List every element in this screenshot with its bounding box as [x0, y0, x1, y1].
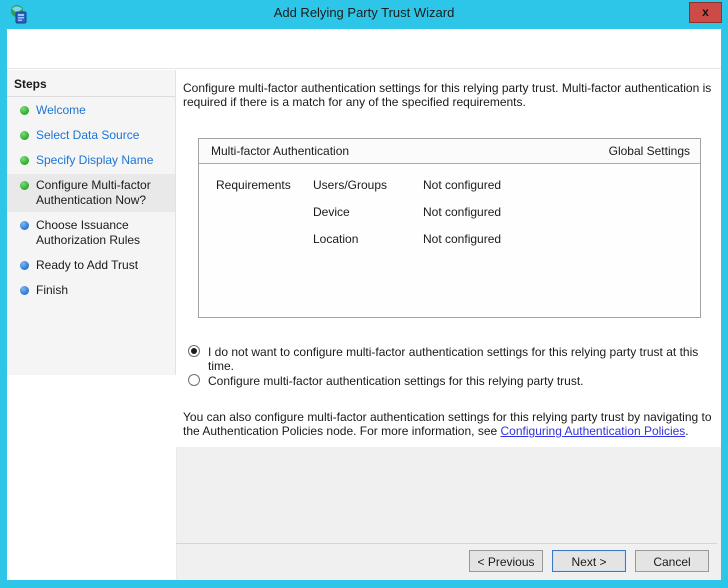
- window-body: Steps Welcome Select Data Source Specify…: [7, 29, 721, 580]
- requirement-name: Users/Groups: [313, 178, 388, 192]
- radio-option-skip-mfa[interactable]: I do not want to configure multi-factor …: [188, 345, 721, 373]
- step-label: Finish: [36, 283, 69, 297]
- mfa-settings-panel: Multi-factor Authentication Global Setti…: [198, 138, 701, 318]
- step-welcome[interactable]: Welcome: [7, 99, 175, 122]
- requirements-label: Requirements: [216, 178, 291, 192]
- step-select-data-source[interactable]: Select Data Source: [7, 124, 175, 147]
- step-completed-icon: [20, 156, 29, 165]
- footnote-text: You can also configure multi-factor auth…: [183, 410, 723, 438]
- radio-option-configure-mfa[interactable]: Configure multi-factor authentication se…: [188, 374, 584, 388]
- global-settings-label: Global Settings: [608, 144, 690, 158]
- step-completed-icon: [20, 106, 29, 115]
- requirement-value: Not configured: [423, 205, 502, 219]
- step-label: Choose Issuance Authorization Rules: [36, 218, 141, 247]
- step-choose-issuance-authorization-rules: Choose Issuance Authorization Rules: [7, 214, 175, 252]
- mfa-panel-body: Requirements Users/Groups Not configured…: [199, 164, 700, 246]
- step-completed-icon: [20, 131, 29, 140]
- wizard-header-banner: [7, 29, 721, 69]
- title-bar: Add Relying Party Trust Wizard x: [0, 0, 728, 29]
- previous-button[interactable]: < Previous: [469, 550, 543, 572]
- step-label[interactable]: Welcome: [36, 103, 86, 118]
- steps-sidebar: Steps Welcome Select Data Source Specify…: [7, 70, 176, 375]
- steps-header: Steps: [7, 70, 175, 97]
- step-pending-icon: [20, 221, 29, 230]
- radio-unselected-icon[interactable]: [188, 374, 200, 386]
- mfa-panel-header: Multi-factor Authentication Global Setti…: [199, 139, 700, 164]
- step-label: Ready to Add Trust: [36, 258, 139, 272]
- step-finish: Finish: [7, 279, 175, 302]
- footnote-after: .: [685, 424, 689, 438]
- radio-label[interactable]: Configure multi-factor authentication se…: [208, 374, 584, 388]
- configuring-authentication-policies-link[interactable]: Configuring Authentication Policies: [501, 424, 686, 438]
- add-relying-party-trust-wizard-window: { "window": { "title": "Add Relying Part…: [0, 0, 728, 588]
- step-current-icon: [20, 181, 29, 190]
- step-ready-to-add-trust: Ready to Add Trust: [7, 254, 175, 277]
- mfa-panel-title: Multi-factor Authentication: [211, 144, 350, 158]
- requirement-name: Location: [313, 232, 359, 246]
- radio-selected-icon[interactable]: [188, 345, 200, 357]
- radio-label[interactable]: I do not want to configure multi-factor …: [208, 345, 721, 373]
- step-pending-icon: [20, 261, 29, 270]
- next-button[interactable]: Next >: [552, 550, 626, 572]
- footer-separator: [176, 543, 717, 544]
- page-description: Configure multi-factor authentication se…: [183, 81, 712, 109]
- requirement-value: Not configured: [423, 232, 502, 246]
- cancel-button[interactable]: Cancel: [635, 550, 709, 572]
- wizard-buttons: < Previous Next > Cancel: [469, 550, 709, 572]
- step-specify-display-name[interactable]: Specify Display Name: [7, 149, 175, 172]
- window-title: Add Relying Party Trust Wizard: [273, 5, 455, 20]
- requirement-value: Not configured: [423, 178, 502, 192]
- step-configure-mfa-now[interactable]: Configure Multi-factor Authentication No…: [7, 174, 175, 212]
- step-label[interactable]: Select Data Source: [36, 128, 139, 143]
- close-button[interactable]: x: [689, 2, 722, 23]
- step-label: Configure Multi-factor Authentication No…: [36, 178, 151, 207]
- step-label[interactable]: Specify Display Name: [36, 153, 153, 168]
- requirement-name: Device: [313, 205, 350, 219]
- requirements-table: Users/Groups Not configured Device Not c…: [313, 178, 501, 246]
- step-pending-icon: [20, 286, 29, 295]
